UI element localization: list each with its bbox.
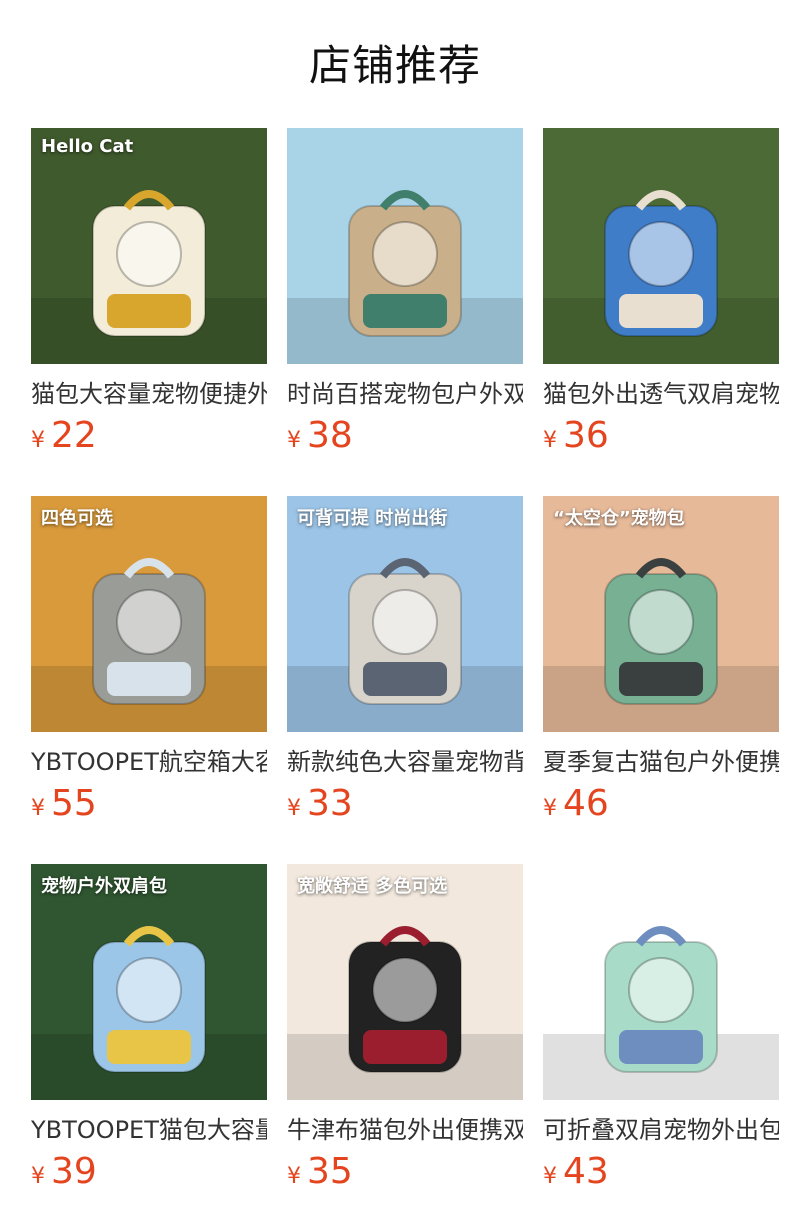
product-card[interactable]: “太空仓”宠物包 夏季复古猫包户外便携背包 ¥46 — [543, 496, 779, 864]
currency-symbol: ¥ — [543, 796, 557, 821]
product-price: ¥46 — [543, 782, 779, 832]
currency-symbol: ¥ — [31, 428, 45, 453]
product-image[interactable]: Hello Cat — [31, 128, 267, 364]
product-price: ¥38 — [287, 414, 523, 464]
product-image[interactable] — [287, 128, 523, 364]
product-title[interactable]: YBTOOPET航空箱大容量猫包 — [31, 746, 267, 778]
product-title[interactable]: 牛津布猫包外出便携双肩包 — [287, 1114, 523, 1146]
price-value: 55 — [51, 783, 97, 824]
price-value: 46 — [563, 783, 609, 824]
product-photo — [287, 864, 523, 1100]
image-badge-text: 四色可选 — [41, 508, 113, 529]
product-price: ¥43 — [543, 1150, 779, 1200]
currency-symbol: ¥ — [543, 428, 557, 453]
product-title[interactable]: YBTOOPET猫包大容量双肩包 — [31, 1114, 267, 1146]
product-card[interactable]: 猫包外出透气双肩宠物背包 ¥36 — [543, 128, 779, 496]
image-badge-text: Hello Cat — [41, 136, 134, 157]
image-badge-text: 宽敞舒适 多色可选 — [297, 876, 448, 897]
product-photo — [543, 864, 779, 1100]
currency-symbol: ¥ — [287, 1164, 301, 1189]
currency-symbol: ¥ — [31, 796, 45, 821]
product-price: ¥22 — [31, 414, 267, 464]
currency-symbol: ¥ — [31, 1164, 45, 1189]
currency-symbol: ¥ — [543, 1164, 557, 1189]
product-price: ¥33 — [287, 782, 523, 832]
product-photo — [543, 496, 779, 732]
product-image[interactable]: 宽敞舒适 多色可选 — [287, 864, 523, 1100]
product-title[interactable]: 夏季复古猫包户外便携背包 — [543, 746, 779, 778]
product-title[interactable]: 新款纯色大容量宠物背包 — [287, 746, 523, 778]
product-image[interactable]: 四色可选 — [31, 496, 267, 732]
product-price: ¥35 — [287, 1150, 523, 1200]
price-value: 36 — [563, 415, 609, 456]
product-photo — [31, 496, 267, 732]
price-value: 39 — [51, 1151, 97, 1192]
product-image[interactable] — [543, 864, 779, 1100]
product-card[interactable]: Hello Cat 猫包大容量宠物便捷外出背包 ¥22 — [31, 128, 267, 496]
product-title[interactable]: 时尚百搭宠物包户外双肩包 — [287, 378, 523, 410]
product-card[interactable]: 可背可提 时尚出街 新款纯色大容量宠物背包 ¥33 — [287, 496, 523, 864]
product-photo — [31, 128, 267, 364]
product-photo — [31, 864, 267, 1100]
image-badge-text: 可背可提 时尚出街 — [297, 508, 448, 529]
product-image[interactable]: 可背可提 时尚出街 — [287, 496, 523, 732]
product-grid: Hello Cat 猫包大容量宠物便捷外出背包 ¥22 时尚百搭宠物包户外双肩包… — [31, 128, 790, 1232]
product-card[interactable]: 可折叠双肩宠物外出包 ¥43 — [543, 864, 779, 1232]
product-photo — [287, 496, 523, 732]
image-badge-text: 宠物户外双肩包 — [41, 876, 167, 897]
price-value: 33 — [307, 783, 353, 824]
product-card[interactable]: 时尚百搭宠物包户外双肩包 ¥38 — [287, 128, 523, 496]
price-value: 22 — [51, 415, 97, 456]
product-image[interactable] — [543, 128, 779, 364]
currency-symbol: ¥ — [287, 796, 301, 821]
product-image[interactable]: “太空仓”宠物包 — [543, 496, 779, 732]
product-title[interactable]: 猫包外出透气双肩宠物背包 — [543, 378, 779, 410]
product-image[interactable]: 宠物户外双肩包 — [31, 864, 267, 1100]
product-price: ¥55 — [31, 782, 267, 832]
product-price: ¥36 — [543, 414, 779, 464]
product-card[interactable]: 宽敞舒适 多色可选 牛津布猫包外出便携双肩包 ¥35 — [287, 864, 523, 1232]
product-photo — [287, 128, 523, 364]
price-value: 43 — [563, 1151, 609, 1192]
page-title: 店铺推荐 — [308, 41, 481, 90]
price-value: 35 — [307, 1151, 353, 1192]
product-card[interactable]: 宠物户外双肩包 YBTOOPET猫包大容量双肩包 ¥39 — [31, 864, 267, 1232]
product-photo — [543, 128, 779, 364]
product-title[interactable]: 可折叠双肩宠物外出包 — [543, 1114, 779, 1146]
product-title[interactable]: 猫包大容量宠物便捷外出背包 — [31, 378, 267, 410]
currency-symbol: ¥ — [287, 428, 301, 453]
product-price: ¥39 — [31, 1150, 267, 1200]
product-card[interactable]: 四色可选 YBTOOPET航空箱大容量猫包 ¥55 — [31, 496, 267, 864]
image-badge-text: “太空仓”宠物包 — [553, 508, 685, 529]
price-value: 38 — [307, 415, 353, 456]
